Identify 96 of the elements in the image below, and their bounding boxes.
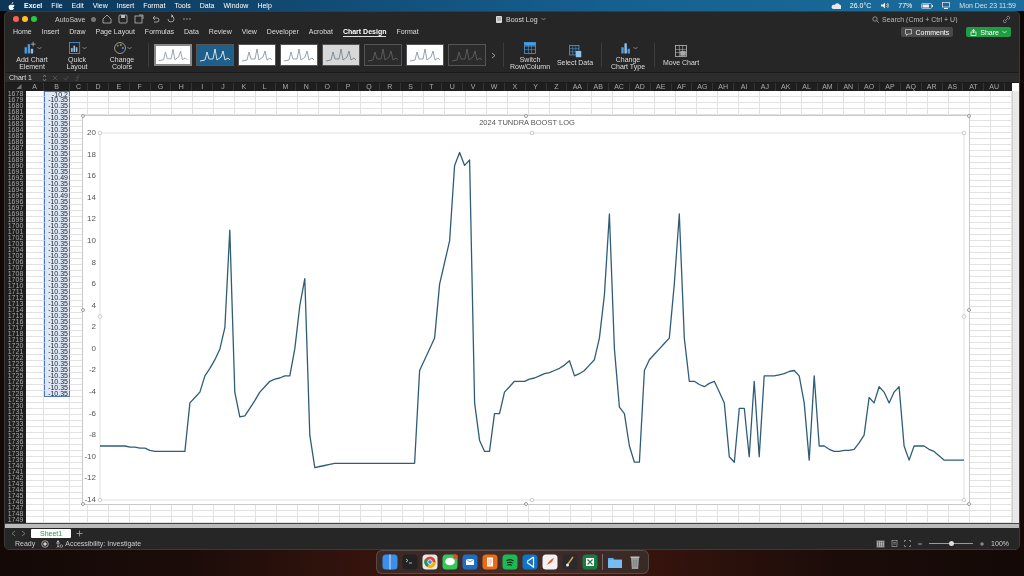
chevron-right-icon[interactable] <box>21 529 26 537</box>
brush-icon[interactable] <box>561 554 578 570</box>
grid-icon <box>877 540 885 547</box>
chart-plus-icon <box>22 40 37 55</box>
apple-icon[interactable] <box>8 1 15 10</box>
plot-handle[interactable] <box>97 497 103 503</box>
axis-label: -2 <box>88 365 96 375</box>
battery-icon[interactable] <box>921 2 934 9</box>
document-icon[interactable] <box>134 14 145 24</box>
share-icon <box>970 28 978 36</box>
save-icon[interactable] <box>118 14 129 24</box>
plot-handle[interactable] <box>961 130 967 136</box>
axis-label: 14 <box>87 192 96 202</box>
check-icon[interactable] <box>63 74 69 81</box>
axis-label: -8 <box>88 430 96 440</box>
chart-style-option[interactable] <box>154 44 192 66</box>
plot-handle[interactable] <box>529 130 535 136</box>
page-layout-icon[interactable] <box>891 540 899 547</box>
chart-style-option[interactable] <box>280 44 318 66</box>
chart-layout-icon <box>67 40 82 55</box>
chevron-right-icon[interactable] <box>491 51 496 59</box>
resize-handle[interactable] <box>81 308 85 312</box>
axis-label: 6 <box>91 279 96 289</box>
table-grid-icon <box>674 44 688 58</box>
caret-icon <box>126 45 132 50</box>
plot-handle[interactable] <box>97 130 103 136</box>
caret-icon <box>632 45 638 50</box>
zoom-button[interactable] <box>31 16 37 22</box>
comment-icon <box>905 28 913 36</box>
resize-handle[interactable] <box>967 502 971 506</box>
palette-icon <box>112 40 127 55</box>
pen-app-icon[interactable] <box>541 554 558 570</box>
axis-label: -14 <box>84 495 96 504</box>
table-chart-icon <box>568 44 582 58</box>
redo-icon[interactable] <box>166 14 177 24</box>
cloud-icon[interactable] <box>830 2 841 9</box>
chat-bubble-icon[interactable] <box>441 554 458 570</box>
plot-handle[interactable] <box>97 314 103 319</box>
resize-handle[interactable] <box>81 502 85 506</box>
axis-label: -6 <box>88 408 96 418</box>
axis-label: 20 <box>87 128 96 137</box>
zoom-out-icon[interactable] <box>917 540 924 547</box>
undo-icon[interactable] <box>150 14 161 24</box>
axis-label: 8 <box>91 257 96 267</box>
link-icon[interactable] <box>1002 14 1011 24</box>
axis-label: 16 <box>87 171 96 181</box>
axis-label: 18 <box>87 149 96 159</box>
resize-handle[interactable] <box>967 308 971 312</box>
caret-icon <box>36 45 42 50</box>
axis-label: 10 <box>87 235 96 245</box>
resize-handle[interactable] <box>81 114 85 118</box>
home-icon[interactable] <box>102 14 113 24</box>
chevron-down-icon <box>1002 30 1007 34</box>
music-icon[interactable] <box>501 554 518 570</box>
chart-style-option[interactable] <box>322 44 360 66</box>
axis-label: 12 <box>87 214 96 224</box>
chart-style-option[interactable] <box>196 44 234 66</box>
resize-handle[interactable] <box>524 114 528 118</box>
mail-icon[interactable] <box>461 554 478 570</box>
axis-label: 2 <box>91 322 96 332</box>
accessibility-icon[interactable] <box>55 539 64 548</box>
chart-style-option[interactable] <box>406 44 444 66</box>
axis-label: 4 <box>91 300 96 310</box>
close-button[interactable] <box>13 16 19 22</box>
normal-view-button[interactable] <box>876 539 886 548</box>
stepper-icon[interactable] <box>42 73 47 82</box>
axis-label: -10 <box>84 451 96 461</box>
chart-style-option[interactable] <box>238 44 276 66</box>
zoom-in-icon[interactable] <box>979 540 986 547</box>
plot-handle[interactable] <box>961 497 967 503</box>
axis-label: -12 <box>84 473 96 483</box>
bar-chart-icon <box>618 40 633 55</box>
plot-handle[interactable] <box>529 497 535 503</box>
page-break-icon[interactable] <box>904 540 912 547</box>
resize-handle[interactable] <box>967 114 971 118</box>
vertical-scrollbar[interactable] <box>1012 91 1019 523</box>
plus-icon[interactable] <box>76 529 84 537</box>
caret-icon <box>81 45 87 50</box>
display-icon[interactable] <box>942 2 951 9</box>
table-grid-icon <box>523 40 537 55</box>
record-icon[interactable] <box>41 539 50 548</box>
minimize-button[interactable] <box>22 16 28 22</box>
document-app-icon[interactable] <box>481 554 498 570</box>
chevron-down-icon[interactable] <box>540 17 546 21</box>
search-icon <box>872 15 879 23</box>
axis-label: 0 <box>91 343 96 353</box>
chevron-left-icon[interactable] <box>11 529 16 537</box>
speaker-icon[interactable] <box>880 2 890 9</box>
browser-icon[interactable] <box>421 554 438 570</box>
code-editor-icon[interactable] <box>521 554 538 570</box>
spreadsheet-app-icon[interactable] <box>581 554 598 570</box>
resize-handle[interactable] <box>524 502 528 506</box>
autosave-toggle[interactable] <box>91 16 97 22</box>
plot-handle[interactable] <box>961 314 967 319</box>
document-icon <box>495 15 503 23</box>
axis-label: -4 <box>88 387 96 397</box>
